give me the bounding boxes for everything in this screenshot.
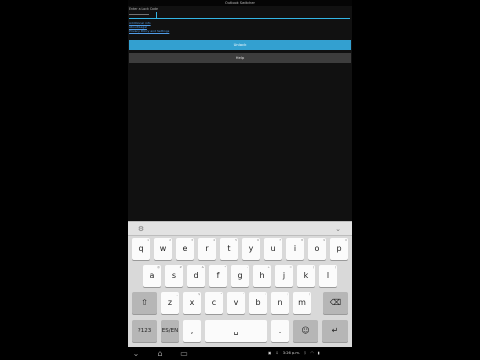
key-u[interactable]: u7 (264, 238, 282, 260)
soft-keyboard: q1 w2 e3 r4 t5 y6 u7 i8 o9 p0 a @ s # d & f… (128, 236, 352, 347)
unlock-button[interactable]: Unlock (129, 40, 351, 50)
title-bar: Outlook Switcher (128, 0, 352, 6)
key-e[interactable]: e3 (176, 238, 194, 260)
bluetooth-icon: ᛒ (304, 351, 307, 355)
key-b[interactable]: b: (249, 292, 267, 314)
space-key[interactable]: ␣ (205, 320, 267, 342)
emoji-key[interactable]: ☺ (293, 320, 318, 342)
help-button[interactable]: Help (129, 53, 351, 63)
battery-icon: ▮ (317, 351, 320, 355)
backspace-key[interactable]: ⌫ (323, 292, 348, 314)
chevron-down-icon[interactable]: ⌄ (333, 225, 343, 234)
key-w[interactable]: w2 (154, 238, 172, 260)
key-z[interactable]: z _ (161, 292, 179, 314)
settings-icon[interactable]: ⚙ (136, 225, 146, 234)
key-h[interactable]: h + (253, 265, 271, 287)
key-q[interactable]: q1 (132, 238, 150, 260)
key-c[interactable]: c " (205, 292, 223, 314)
symbols-key[interactable]: ?123 (132, 320, 157, 342)
navigation-bar: ⌄ ⌂ ▭ ▣ ⇩ 3:26 p.m. ᛒ ◠ ▮ (0, 347, 480, 360)
key-j[interactable]: j = (275, 265, 293, 287)
key-a[interactable]: a @ (143, 265, 161, 287)
status-time: 3:26 p.m. (282, 351, 301, 355)
key-i[interactable]: i8 (286, 238, 304, 260)
status-area: ▣ ⇩ 3:26 p.m. ᛒ ◠ ▮ (268, 347, 323, 360)
key-d[interactable]: d & (187, 265, 205, 287)
screenshot-icon: ▣ (268, 351, 272, 355)
key-l[interactable]: l) (319, 265, 337, 287)
recents-icon[interactable]: ▭ (176, 347, 192, 360)
shift-key[interactable]: ⇧ (132, 292, 157, 314)
key-f[interactable]: f * (209, 265, 227, 287)
app-title: Outlook Switcher (225, 1, 255, 5)
text-caret (156, 12, 157, 18)
enter-key[interactable]: ↵ (322, 320, 348, 342)
app-screen: Outlook Switcher Enter a Lock Code Addit… (128, 0, 352, 360)
comma-key[interactable]: , (183, 320, 201, 342)
period-key[interactable]: . (271, 320, 289, 342)
keyboard-toolbar: ⚙ ⌄ (128, 221, 352, 236)
wifi-icon: ◠ (310, 351, 314, 355)
key-p[interactable]: p0 (330, 238, 348, 260)
home-icon[interactable]: ⌂ (152, 347, 168, 360)
key-y[interactable]: y6 (242, 238, 260, 260)
key-v[interactable]: v ' (227, 292, 245, 314)
key-o[interactable]: o9 (308, 238, 326, 260)
key-s[interactable]: s # (165, 265, 183, 287)
key-r[interactable]: r4 (198, 238, 216, 260)
chevron-down-icon[interactable]: ⌄ (128, 347, 144, 360)
lock-code-label: Enter a Lock Code (129, 7, 158, 11)
key-g[interactable]: g- (231, 265, 249, 287)
language-key[interactable]: ES/EN (161, 320, 179, 342)
key-x[interactable]: x $ (183, 292, 201, 314)
key-m[interactable]: m / (293, 292, 311, 314)
key-k[interactable]: k( (297, 265, 315, 287)
lock-code-input[interactable] (129, 12, 350, 19)
key-n[interactable]: n; (271, 292, 289, 314)
key-t[interactable]: t5 (220, 238, 238, 260)
download-icon: ⇩ (275, 351, 279, 355)
privacy-policy-link[interactable]: Privacy Policy and Settings (129, 30, 169, 33)
